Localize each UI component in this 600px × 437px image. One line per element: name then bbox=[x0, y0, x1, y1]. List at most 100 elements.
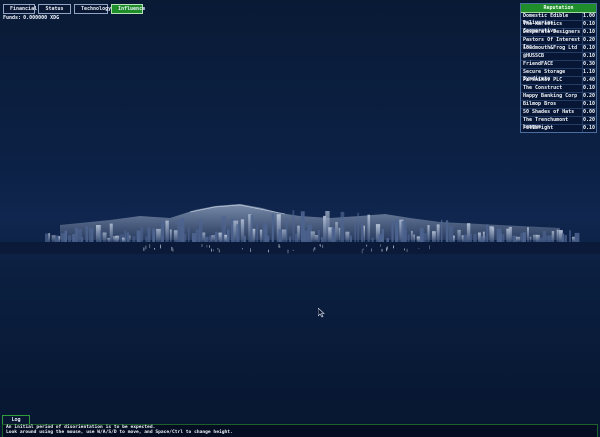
building bbox=[58, 236, 61, 242]
funds-label: Funds: bbox=[3, 15, 22, 21]
building bbox=[81, 236, 84, 242]
building bbox=[124, 230, 127, 242]
building bbox=[288, 236, 292, 242]
building bbox=[357, 212, 359, 242]
reputation-name: Parsnikov PLC bbox=[523, 77, 563, 83]
building bbox=[129, 235, 131, 242]
reputation-value: 0.40 bbox=[582, 77, 596, 84]
building bbox=[183, 233, 187, 242]
reflection-light bbox=[361, 249, 363, 254]
building bbox=[64, 230, 67, 242]
tab-status[interactable]: Status bbox=[38, 4, 71, 14]
reflection-light bbox=[250, 248, 251, 252]
reputation-name: FriendFACE bbox=[523, 61, 554, 67]
building bbox=[227, 229, 230, 242]
reputation-value: 0.10 bbox=[582, 21, 596, 28]
building bbox=[256, 223, 259, 242]
building bbox=[292, 210, 295, 242]
building bbox=[478, 232, 481, 242]
building bbox=[88, 227, 92, 242]
reflection-light bbox=[387, 246, 388, 250]
building bbox=[340, 211, 345, 242]
building bbox=[486, 224, 489, 242]
building bbox=[45, 233, 49, 242]
building bbox=[354, 221, 356, 242]
building bbox=[349, 235, 352, 242]
building bbox=[516, 236, 521, 242]
building bbox=[569, 230, 571, 242]
building bbox=[498, 233, 503, 242]
building bbox=[345, 231, 350, 242]
building bbox=[271, 213, 274, 242]
reputation-value: 0.30 bbox=[582, 61, 596, 68]
reputation-name: 50 Shades of Hats bbox=[523, 109, 575, 115]
reflection-light bbox=[268, 249, 269, 253]
reputation-row: Secure Storage Syndicate 1.10 bbox=[521, 69, 596, 82]
building bbox=[407, 234, 410, 242]
reputation-row: Pastors Of Interest Inc 0.20 bbox=[521, 37, 596, 50]
building bbox=[99, 230, 102, 242]
building bbox=[331, 227, 336, 242]
reputation-name: Pastors Of Interest Inc bbox=[523, 37, 581, 50]
building bbox=[297, 225, 300, 242]
reputation-row: Desperate Designers 0.10 bbox=[521, 29, 596, 37]
reputation-name: @HUSSCB bbox=[523, 53, 545, 59]
building bbox=[453, 235, 455, 242]
building bbox=[310, 231, 315, 242]
log-panel: An initial period of disorientation is t… bbox=[2, 424, 598, 437]
ground-plane bbox=[0, 242, 600, 254]
building bbox=[502, 234, 505, 242]
reputation-value: 0.20 bbox=[582, 37, 596, 44]
building bbox=[463, 234, 468, 242]
reputation-name: The Construct bbox=[523, 85, 563, 91]
building bbox=[335, 222, 338, 242]
reputation-row: Happy Banking Corp 0.20 bbox=[521, 93, 596, 101]
reputation-name: Bilmop Bros bbox=[523, 101, 557, 107]
reflection-light bbox=[201, 244, 203, 247]
game-viewport[interactable]: { "tabs": [ {"label":"Financial","active… bbox=[0, 0, 600, 437]
reflection-light bbox=[393, 245, 394, 249]
building bbox=[538, 237, 544, 242]
tab-influence[interactable]: Influence bbox=[111, 4, 145, 14]
reflection-light bbox=[242, 248, 243, 250]
reflection-light bbox=[429, 245, 430, 250]
reputation-row: The Construct 0.10 bbox=[521, 85, 596, 93]
building bbox=[236, 224, 240, 242]
tab-technology[interactable]: Technology bbox=[74, 4, 111, 14]
building bbox=[391, 220, 394, 242]
building bbox=[259, 229, 263, 242]
reflection-light bbox=[366, 244, 367, 247]
building bbox=[448, 226, 454, 242]
reflection-light bbox=[320, 244, 321, 247]
building bbox=[551, 231, 555, 242]
reputation-name: Secure Storage Syndicate bbox=[523, 69, 566, 82]
building bbox=[564, 235, 567, 242]
reputation-value: 0.20 bbox=[582, 117, 596, 124]
city-skyline-scene[interactable] bbox=[0, 180, 600, 280]
reflection-light bbox=[322, 244, 324, 249]
reputation-row: The Narcotics Cooperative 0.10 bbox=[521, 21, 596, 34]
reflection-light bbox=[287, 249, 289, 254]
reputation-value: 1.10 bbox=[582, 69, 596, 76]
building bbox=[91, 228, 94, 242]
tab-financial[interactable]: Financial bbox=[3, 4, 37, 14]
building bbox=[413, 234, 415, 242]
reputation-value: 0.10 bbox=[582, 53, 596, 60]
reputation-name: Desperate Designers bbox=[523, 29, 581, 35]
building bbox=[152, 228, 156, 242]
reputation-name: Domestic Edible Deliveries bbox=[523, 13, 569, 26]
reflection-light bbox=[278, 244, 280, 248]
building bbox=[204, 236, 209, 242]
reputation-panel: Reputation Domestic Edible Deliveries 1.0… bbox=[520, 3, 597, 133]
reputation-row: Loudmouth&Frog Ltd 0.10 bbox=[521, 45, 596, 53]
building bbox=[74, 227, 78, 242]
reflection-light bbox=[292, 249, 294, 251]
building bbox=[423, 233, 427, 242]
building bbox=[361, 222, 363, 242]
top-tab-bar: Financial Status Technology Influence bbox=[3, 4, 145, 14]
building bbox=[145, 236, 148, 242]
building bbox=[214, 231, 218, 242]
reflection-light bbox=[160, 244, 161, 249]
building bbox=[470, 233, 472, 242]
reputation-row: Parsnikov PLC 0.40 bbox=[521, 77, 596, 85]
